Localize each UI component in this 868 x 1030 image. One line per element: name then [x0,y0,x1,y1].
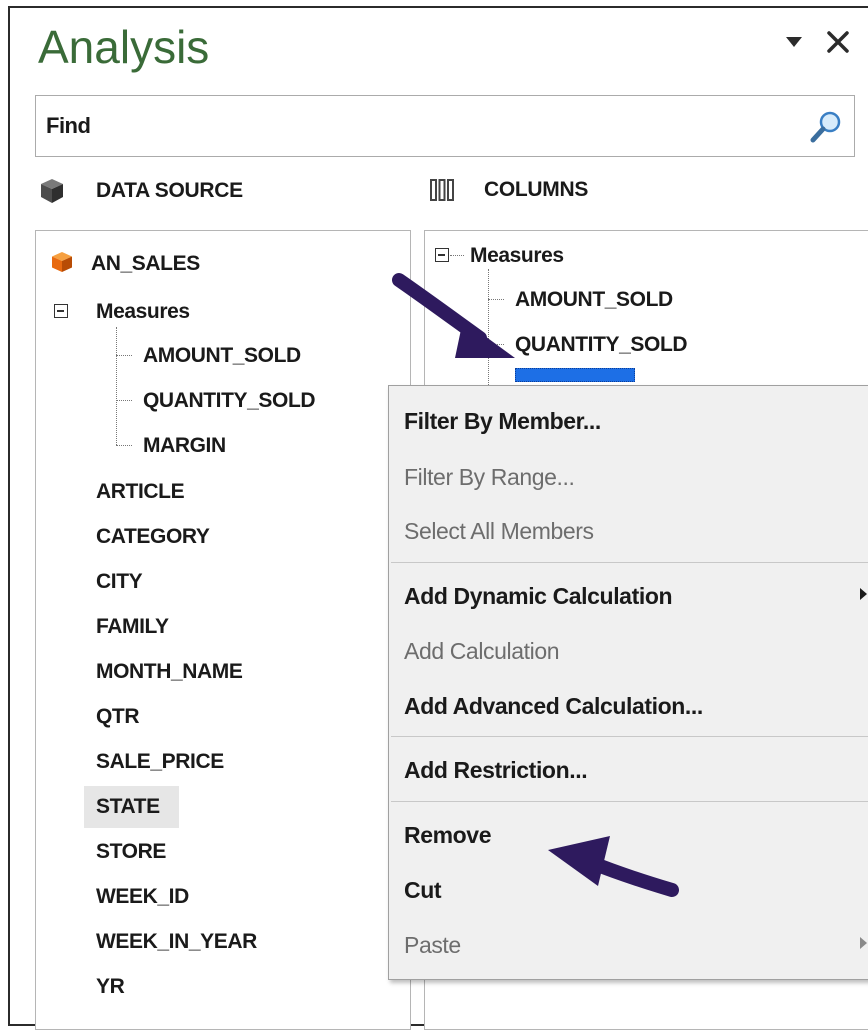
tree-line [450,255,464,256]
column-measure-item[interactable]: AMOUNT_SOLD [515,289,673,310]
columns-measures-collapse-toggle[interactable] [435,248,449,262]
dimension-item[interactable]: WEEK_IN_YEAR [96,931,257,952]
dimension-item[interactable]: CITY [96,571,143,592]
dimension-item[interactable]: STORE [96,841,166,862]
menu-item-label: Add Restriction... [404,756,588,783]
menu-separator [391,736,868,737]
tree-line [488,269,489,389]
submenu-arrow-icon [860,588,867,600]
measure-item[interactable]: QUANTITY_SOLD [143,390,316,411]
dimension-item[interactable]: MONTH_NAME [96,661,243,682]
menu-item-label: Filter By Member... [404,407,601,434]
measures-folder[interactable]: Measures [96,301,190,322]
tree-line [116,327,117,445]
menu-item-label: Add Dynamic Calculation [404,582,673,609]
find-input[interactable] [44,112,784,140]
menu-add-advanced-calculation[interactable]: Add Advanced Calculation... [389,683,868,729]
menu-item-label: Add Calculation [404,637,560,664]
dimension-item[interactable]: YR [96,976,125,997]
menu-filter-by-range: Filter By Range... [389,454,868,500]
cube-orange-icon [52,252,72,272]
menu-cut[interactable]: Cut [389,867,868,913]
drop-insertion-placeholder [515,368,635,382]
menu-select-all-members: Select All Members [389,508,868,554]
menu-item-label: Filter By Range... [404,463,575,490]
cube-icon [41,179,63,203]
dimension-item[interactable]: CATEGORY [96,526,210,547]
menu-separator [391,801,868,802]
columns-measures-folder[interactable]: Measures [470,245,564,266]
measure-item[interactable]: AMOUNT_SOLD [143,345,301,366]
measure-item[interactable]: MARGIN [143,435,226,456]
search-icon [810,111,841,143]
tree-line [116,445,132,446]
menu-paste: Paste [389,922,868,968]
pane-options-button[interactable] [780,28,808,56]
columns-header: COLUMNS [430,178,588,202]
menu-add-restriction[interactable]: Add Restriction... [389,747,868,793]
tree-line [488,299,504,300]
data-source-label: DATA SOURCE [96,179,243,202]
measures-collapse-toggle[interactable] [54,304,68,318]
menu-filter-by-member[interactable]: Filter By Member... [389,398,868,444]
dimension-item[interactable]: ARTICLE [96,481,185,502]
menu-item-label: Cut [404,876,442,903]
dimension-item[interactable]: WEEK_ID [96,886,189,907]
submenu-arrow-icon [860,937,867,949]
column-measure-item[interactable]: QUANTITY_SOLD [515,334,688,355]
search-button[interactable] [808,109,844,145]
menu-item-label: Paste [404,931,461,958]
pane-title: Analysis [38,21,210,73]
menu-separator [391,562,868,563]
tree-line [116,355,132,356]
menu-remove[interactable]: Remove [389,812,868,858]
data-source-header: DATA SOURCE [40,178,243,204]
tree-line [116,400,132,401]
cube-name: AN_SALES [91,252,200,275]
search-box [35,95,855,157]
caret-down-icon [786,37,802,47]
menu-item-label: Remove [404,821,492,848]
close-pane-button[interactable] [824,28,852,56]
context-menu: Filter By Member... Filter By Range... S… [388,385,868,980]
menu-add-dynamic-calculation[interactable]: Add Dynamic Calculation [389,573,868,619]
dimension-item[interactable]: SALE_PRICE [96,751,224,772]
dimension-item-selected[interactable]: STATE [84,786,179,828]
menu-add-calculation: Add Calculation [389,628,868,674]
close-icon [827,31,849,53]
columns-label: COLUMNS [484,178,589,201]
data-source-tree: AN_SALES Measures AMOUNT_SOLD QUANTITY_S… [35,230,411,1030]
dimension-item[interactable]: QTR [96,706,140,727]
dimension-item[interactable]: FAMILY [96,616,169,637]
columns-icon [430,179,454,201]
pane-controls [780,28,852,56]
tree-line [488,344,504,345]
menu-item-label: Add Advanced Calculation... [404,692,703,719]
menu-item-label: Select All Members [404,517,594,544]
